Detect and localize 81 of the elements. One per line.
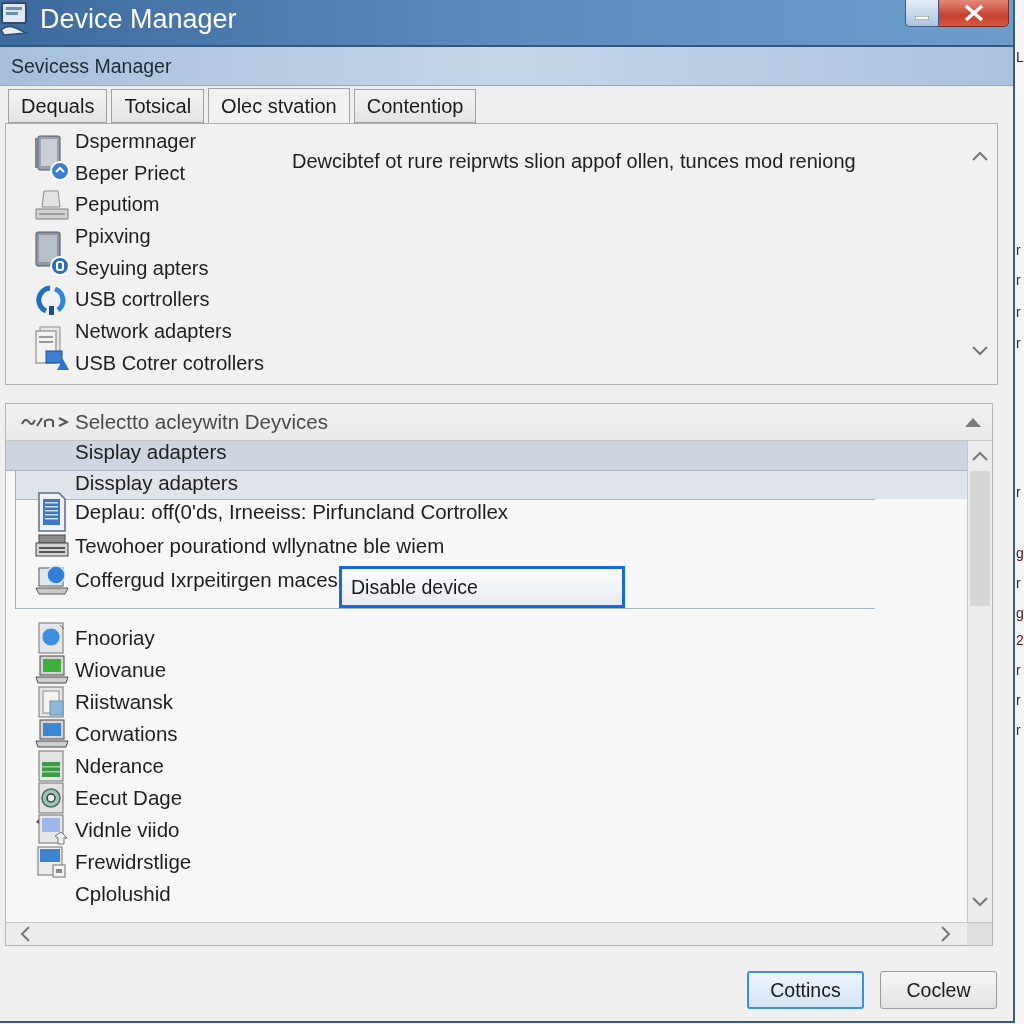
header-title: Sevicess Manager: [11, 54, 172, 78]
list-item[interactable]: Sisplay adapters: [6, 441, 967, 471]
tab[interactable]: Contentiop: [353, 89, 477, 123]
laptop-globe-icon: [34, 564, 69, 596]
list-item[interactable]: Coffergud Ixrpeitirgen maces: [75, 568, 338, 592]
list-item[interactable]: Riistwansk: [75, 690, 173, 714]
text-fragment: g: [1015, 544, 1024, 563]
scrollbar-corner: [967, 923, 992, 945]
list-item[interactable]: Eecut Dage: [75, 786, 183, 810]
window-title: Device Manager: [40, 4, 237, 35]
computer-tower-icon: [33, 229, 70, 276]
computer-icon: [0, 0, 30, 36]
minimize-icon: [915, 16, 929, 20]
keyboard-icon: [34, 534, 69, 558]
list-item[interactable]: Dissplay adapters: [16, 471, 967, 499]
list-item[interactable]: Fnooriay: [75, 626, 155, 650]
text-fragment: 2: [1015, 631, 1024, 650]
chevron-up-icon: [972, 451, 988, 461]
text-fragment: r: [1015, 271, 1022, 290]
list-item[interactable]: Cplolushid: [75, 882, 171, 906]
chevron-up-icon: [972, 151, 988, 161]
text-fragment: g: [1015, 604, 1024, 623]
picture-icon: [34, 814, 69, 846]
tab[interactable]: Dequals: [8, 89, 108, 123]
scroll-right-button[interactable]: [941, 926, 951, 942]
picture-frame-icon: [37, 686, 66, 718]
device-item[interactable]: Beper Priect: [75, 157, 197, 189]
scroll-up-button[interactable]: [972, 151, 988, 161]
chevron-right-icon: [941, 926, 951, 942]
vertical-scrollbar[interactable]: [967, 441, 992, 922]
text-fragment: r: [1015, 691, 1022, 710]
text-fragment: r: [1015, 483, 1022, 502]
laptop-icon: [34, 655, 69, 685]
list-item[interactable]: Deplau: off(0'ds, Irneeiss: Pirfuncland Cortrollex: [75, 500, 509, 524]
document-stack-icon: [33, 324, 70, 371]
tab[interactable]: Olec stvation: [208, 88, 350, 124]
text-fragment: L: [1015, 48, 1024, 67]
laptop-icon: [34, 719, 69, 749]
device-item[interactable]: USB cortrollers: [75, 284, 210, 316]
list-item[interactable]: Wiovanue: [75, 658, 167, 682]
device-item[interactable]: Dspermnager: [75, 126, 197, 158]
device-item[interactable]: Network adapters: [75, 316, 264, 348]
device-item[interactable]: Peputiom: [75, 189, 160, 221]
tab[interactable]: Totsical: [111, 89, 205, 123]
text-fragment: r: [1015, 241, 1022, 260]
window-icon: [36, 846, 67, 878]
list-item[interactable]: Tewohoer pourationd wllynatne ble wiem: [75, 534, 445, 558]
chevron-down-icon: [972, 897, 988, 907]
close-icon: [962, 4, 985, 22]
globe-icon: [37, 622, 66, 654]
scroll-up-button[interactable]: [972, 451, 988, 461]
list-item[interactable]: Corwations: [75, 722, 178, 746]
printer-icon: [33, 189, 70, 221]
dialog-button[interactable]: Cottincs: [747, 971, 864, 1009]
device-item[interactable]: USB Cotrer cotrollers: [75, 347, 264, 379]
text-fragment: r: [1015, 721, 1022, 740]
chevron-down-icon: [972, 346, 988, 356]
list-item[interactable]: Vidnle viido: [75, 818, 180, 842]
menu-item[interactable]: Disable device: [339, 566, 625, 608]
text-fragment: r: [1015, 334, 1022, 353]
scroll-down-button[interactable]: [972, 897, 988, 907]
triangle-up-icon: [964, 417, 982, 427]
device-item[interactable]: Seyuing apters: [75, 252, 209, 284]
minimize-button[interactable]: [905, 0, 939, 27]
dialog-button[interactable]: Coclew: [880, 971, 997, 1009]
close-button[interactable]: [939, 0, 1009, 27]
chevron-left-icon: [20, 926, 30, 942]
refresh-icon: [35, 284, 68, 316]
device-item[interactable]: Ppixving: [75, 221, 209, 253]
description-text: Dewcibtef ot rure reiprwts slion appof ollen, tunces mod reniong: [292, 150, 856, 173]
scroll-left-button[interactable]: [20, 926, 30, 942]
list-item[interactable]: Nderance: [75, 754, 164, 778]
text-fragment: r: [1015, 661, 1022, 680]
text-fragment: r: [1015, 574, 1022, 593]
collapse-button[interactable]: [964, 417, 982, 427]
section-title: Selectto acleywitn Deyvices: [75, 410, 328, 434]
scroll-down-button[interactable]: [972, 346, 988, 356]
panel-icon: [37, 750, 66, 782]
computer-tower-icon: [33, 134, 70, 181]
text-fragment: r: [1015, 303, 1022, 322]
list-item[interactable]: Frewidrstlige: [75, 850, 192, 874]
